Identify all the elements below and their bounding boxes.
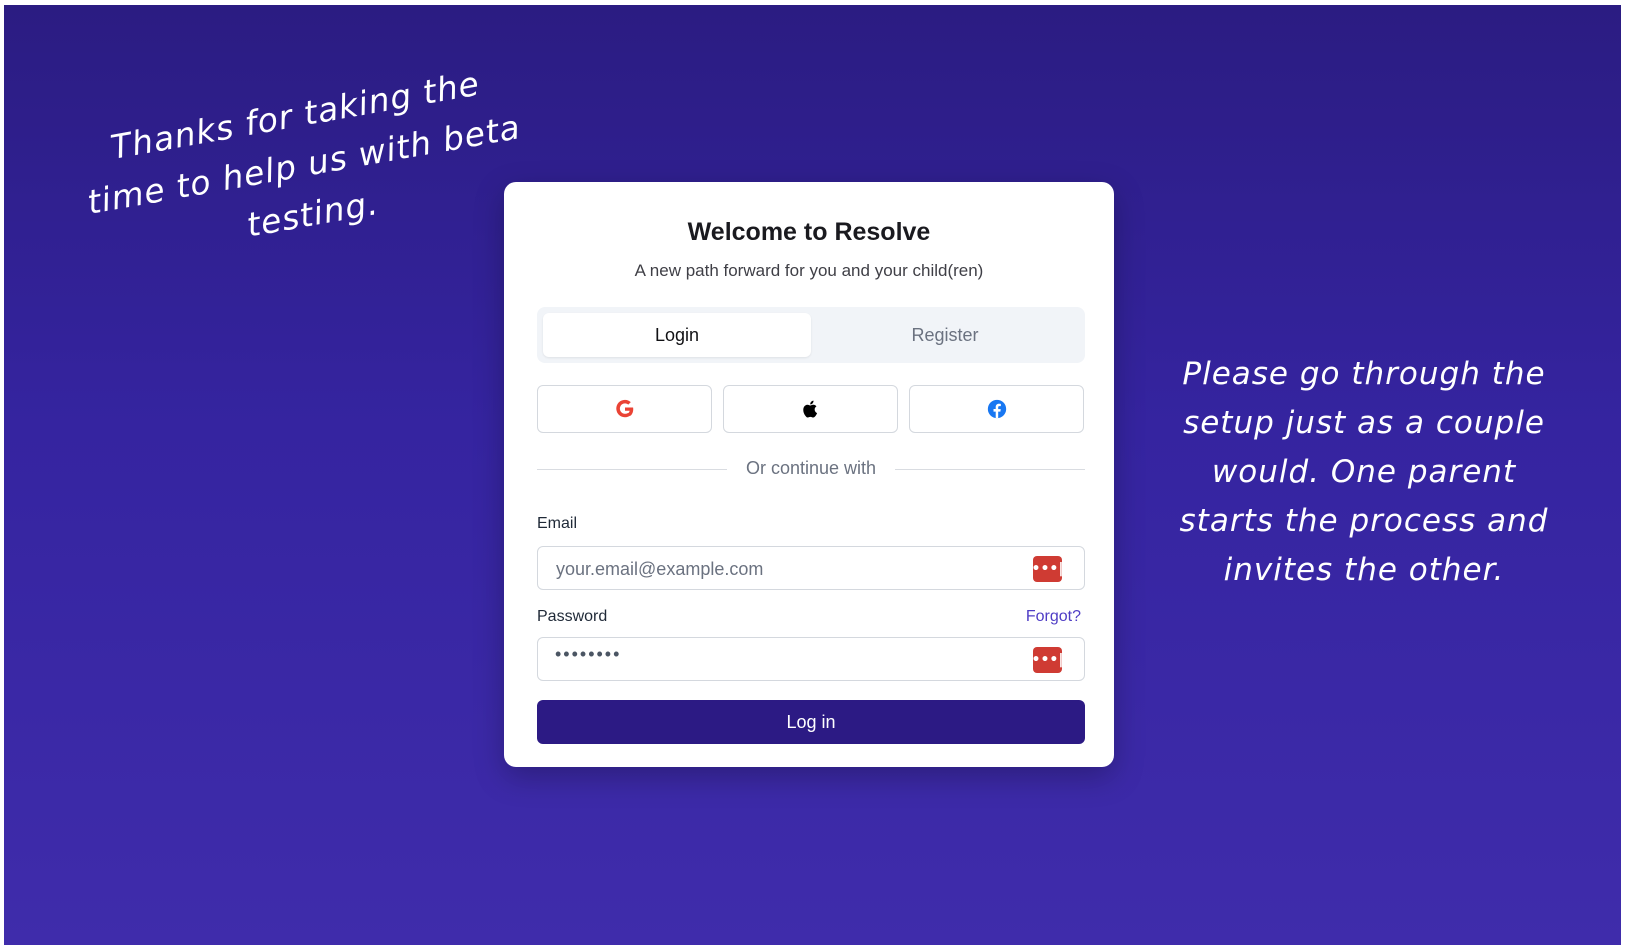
email-field[interactable]: [554, 555, 1018, 583]
tab-login[interactable]: Login: [543, 313, 811, 357]
facebook-login-button[interactable]: [909, 385, 1084, 433]
password-label: Password: [537, 608, 608, 625]
or-divider: Or continue with: [537, 457, 1085, 481]
apple-icon: [802, 400, 817, 418]
google-login-button[interactable]: [537, 385, 712, 433]
email-field-container: •••|: [537, 546, 1085, 590]
page-background: Thanks for taking the time to help us wi…: [4, 5, 1621, 945]
facebook-icon: [987, 399, 1006, 419]
password-field[interactable]: •••••••• •••|: [537, 637, 1085, 681]
password-value: ••••••••: [555, 644, 622, 664]
password-manager-icon[interactable]: •••|: [1032, 647, 1063, 673]
google-icon: [615, 399, 633, 418]
card-subtitle: A new path forward for you and your chil…: [634, 261, 984, 280]
forgot-password-link[interactable]: Forgot?: [1026, 608, 1081, 626]
login-button[interactable]: Log in: [537, 700, 1085, 744]
instructions-note: Please go through the setup just as a co…: [1179, 356, 1549, 588]
login-card: Welcome to Resolve A new path forward fo…: [504, 182, 1114, 767]
welcome-note: Thanks for taking the time to help us wi…: [84, 63, 524, 245]
auth-tabs: Login Register: [537, 307, 1085, 363]
apple-login-button[interactable]: [723, 385, 898, 433]
card-title: Welcome to Resolve: [687, 218, 931, 246]
email-label: Email: [537, 515, 578, 532]
tab-register[interactable]: Register: [811, 313, 1079, 357]
divider-line-right: [895, 469, 1085, 470]
password-manager-icon[interactable]: •••|: [1032, 556, 1063, 582]
